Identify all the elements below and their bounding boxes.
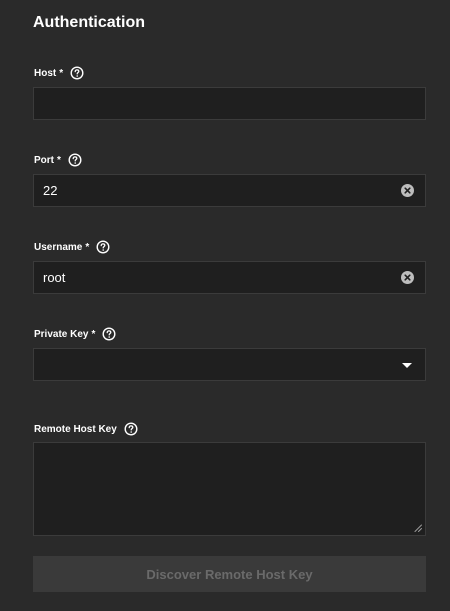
host-required-mark: * (59, 67, 64, 79)
username-label: Username * (34, 239, 110, 255)
port-required-mark: * (57, 154, 61, 166)
help-icon[interactable] (70, 66, 84, 80)
remote-host-key-field[interactable] (33, 442, 426, 536)
port-field[interactable] (33, 174, 426, 207)
private-key-required-mark: * (91, 328, 96, 340)
username-input[interactable] (34, 262, 425, 293)
port-label-text: Port (34, 154, 54, 166)
private-key-select[interactable] (33, 348, 426, 381)
host-field[interactable] (33, 87, 426, 120)
username-label-text: Username (34, 241, 83, 253)
private-key-label-text: Private Key (34, 328, 89, 340)
help-icon[interactable] (124, 422, 138, 436)
username-field[interactable] (33, 261, 426, 294)
host-label: Host * (34, 65, 84, 81)
clear-icon[interactable] (401, 271, 414, 284)
remote-host-key-textarea[interactable] (34, 443, 425, 535)
section-title: Authentication (33, 14, 145, 31)
help-icon[interactable] (96, 240, 110, 254)
help-icon[interactable] (102, 327, 116, 341)
remote-host-key-label: Remote Host Key (34, 421, 138, 437)
authentication-panel: Authentication Host * Port * Username * (0, 0, 450, 611)
username-required-mark: * (85, 241, 90, 253)
private-key-label: Private Key * (34, 326, 116, 342)
port-input[interactable] (34, 175, 425, 206)
help-icon[interactable] (68, 153, 82, 167)
clear-icon[interactable] (401, 184, 414, 197)
discover-remote-host-key-button[interactable]: Discover Remote Host Key (33, 556, 426, 592)
port-label: Port * (34, 152, 82, 168)
host-label-text: Host (34, 67, 57, 79)
host-input[interactable] (34, 88, 425, 119)
remote-host-key-label-text: Remote Host Key (34, 423, 117, 435)
caret-down-icon[interactable] (402, 363, 412, 368)
resize-grip-icon[interactable] (414, 524, 422, 532)
